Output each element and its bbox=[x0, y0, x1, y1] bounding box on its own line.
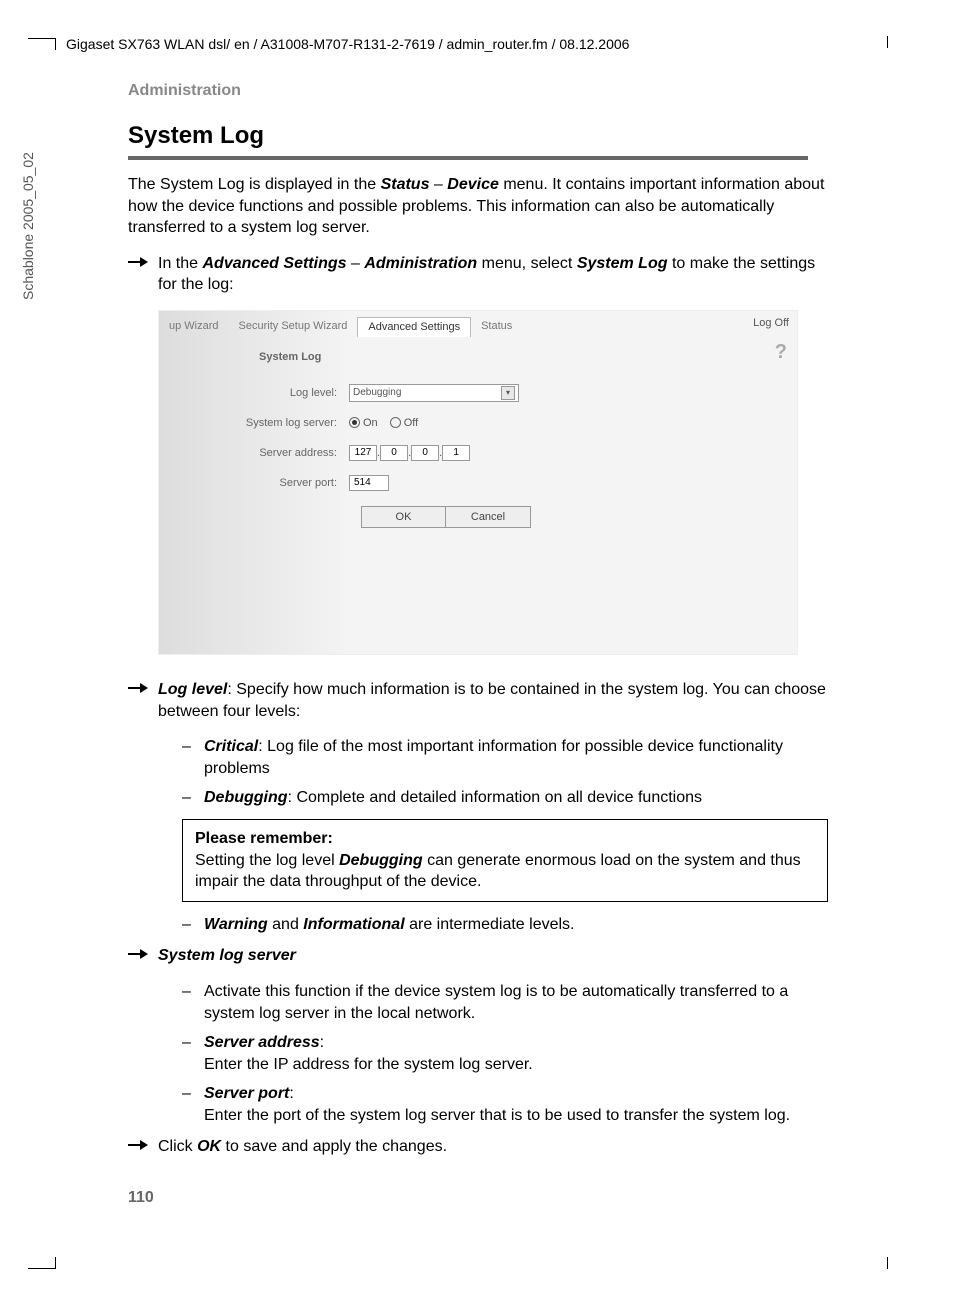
arrow-icon bbox=[128, 945, 150, 967]
note-title: Please remember: bbox=[195, 830, 333, 847]
ip-octet-2[interactable] bbox=[380, 445, 408, 461]
syslog-server-list: –Activate this function if the device sy… bbox=[182, 981, 828, 1127]
logoff-link[interactable]: Log Off bbox=[753, 317, 789, 329]
crop-mark-tl bbox=[55, 38, 56, 50]
chevron-down-icon: ▾ bbox=[501, 386, 515, 400]
arrow-icon bbox=[128, 1136, 150, 1158]
log-level-list: –Critical: Log file of the most importan… bbox=[182, 736, 828, 809]
router-ui-screenshot: up Wizard Security Setup Wizard Advanced… bbox=[158, 310, 798, 655]
ok-button[interactable]: OK bbox=[361, 506, 446, 528]
ip-octet-3[interactable] bbox=[411, 445, 439, 461]
title-rule bbox=[128, 156, 808, 160]
step-open-menu: In the Advanced Settings – Administratio… bbox=[128, 253, 828, 296]
label-syslog-server: System log server: bbox=[219, 417, 349, 429]
radio-off[interactable]: Off bbox=[390, 417, 418, 429]
log-level-value: Debugging bbox=[353, 387, 401, 398]
log-level-select[interactable]: Debugging ▾ bbox=[349, 384, 519, 402]
label-server-address: Server address: bbox=[219, 447, 349, 459]
intro-paragraph: The System Log is displayed in the Statu… bbox=[128, 174, 828, 239]
arrow-icon bbox=[128, 253, 150, 296]
crop-mark-bl bbox=[55, 1257, 56, 1269]
radio-on[interactable]: On bbox=[349, 417, 378, 429]
tab-advanced-settings[interactable]: Advanced Settings bbox=[357, 317, 471, 337]
label-log-level: Log level: bbox=[219, 387, 349, 399]
ip-octet-4[interactable] bbox=[442, 445, 470, 461]
label-server-port: Server port: bbox=[219, 477, 349, 489]
page-title: System Log bbox=[128, 122, 828, 150]
ip-octet-1[interactable] bbox=[349, 445, 377, 461]
panel-title: System Log bbox=[259, 351, 321, 363]
crop-mark-br bbox=[887, 1257, 888, 1269]
arrow-icon bbox=[128, 679, 150, 722]
tab-setup-wizard[interactable]: up Wizard bbox=[159, 317, 229, 337]
note-box: Please remember: Setting the log level D… bbox=[182, 819, 828, 902]
template-side-label: Schablone 2005_05_02 bbox=[20, 152, 36, 300]
section-breadcrumb: Administration bbox=[128, 82, 828, 100]
step-syslog-server: System log server bbox=[128, 945, 828, 967]
page-content: Administration System Log The System Log… bbox=[128, 82, 828, 1172]
page-number: 110 bbox=[128, 1189, 154, 1207]
cancel-button[interactable]: Cancel bbox=[446, 506, 531, 528]
log-level-list-2: –Warning and Informational are intermedi… bbox=[182, 914, 828, 936]
step-log-level: Log level: Specify how much information … bbox=[128, 679, 828, 722]
tab-security-wizard[interactable]: Security Setup Wizard bbox=[229, 317, 358, 337]
tab-status[interactable]: Status bbox=[471, 317, 522, 337]
page-header-path: Gigaset SX763 WLAN dsl/ en / A31008-M707… bbox=[66, 36, 888, 54]
step-click-ok: Click OK to save and apply the changes. bbox=[128, 1136, 828, 1158]
server-port-input[interactable] bbox=[349, 475, 389, 491]
help-icon[interactable]: ? bbox=[775, 341, 787, 364]
